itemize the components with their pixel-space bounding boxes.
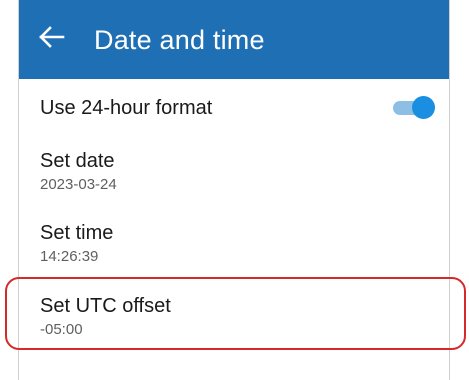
use-24-hour-row[interactable]: Use 24-hour format [19, 79, 449, 141]
app-bar: Date and time [19, 0, 449, 79]
set-time-value: 14:26:39 [40, 248, 99, 265]
set-date-row[interactable]: Set date 2023-03-24 [19, 141, 449, 209]
set-utc-offset-row[interactable]: Set UTC offset -05:00 [19, 277, 449, 350]
set-utc-offset-value: -05:00 [40, 321, 83, 338]
back-button[interactable] [37, 24, 67, 54]
set-utc-offset-label: Set UTC offset [40, 295, 171, 317]
set-date-label: Set date [40, 150, 115, 172]
use-24-hour-toggle[interactable] [393, 96, 435, 120]
set-date-value: 2023-03-24 [40, 176, 117, 193]
toggle-thumb [412, 96, 435, 119]
page-title: Date and time [94, 25, 265, 55]
use-24-hour-label: Use 24-hour format [40, 97, 213, 119]
set-time-label: Set time [40, 222, 114, 244]
arrow-left-icon [39, 25, 65, 53]
set-time-row[interactable]: Set time 14:26:39 [19, 209, 449, 277]
settings-screen: Date and time Use 24-hour format Set dat… [18, 0, 450, 380]
